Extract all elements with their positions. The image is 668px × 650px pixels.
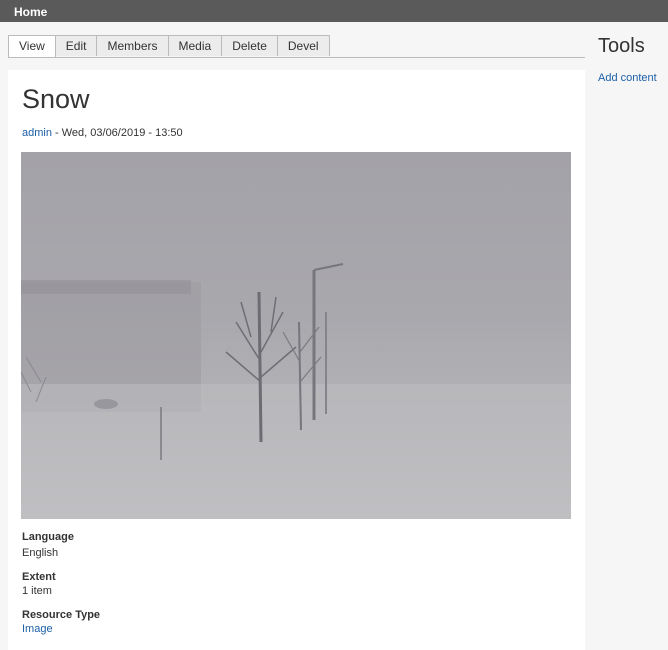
tab-view[interactable]: View: [8, 35, 56, 57]
node-content: Snow admin - Wed, 03/06/2019 - 13:50 Lan…: [8, 70, 585, 650]
add-content-link[interactable]: Add content: [598, 72, 657, 84]
field-extent-label: Extent: [22, 571, 56, 583]
top-toolbar: Home: [0, 0, 668, 22]
photo-scene: [21, 263, 571, 519]
submitted-date: - Wed, 03/06/2019 - 13:50: [51, 127, 183, 139]
field-language-value: English: [22, 547, 59, 559]
author-link[interactable]: admin: [22, 127, 52, 139]
sidebar-title: Tools: [598, 35, 645, 57]
tab-media[interactable]: Media: [168, 35, 223, 56]
tab-edit[interactable]: Edit: [55, 35, 98, 56]
field-extent-value: 1 item: [22, 585, 52, 597]
field-resource-type-link[interactable]: Image: [22, 623, 53, 635]
field-resource-type-label: Resource Type: [22, 609, 101, 621]
tab-delete[interactable]: Delete: [222, 35, 278, 56]
home-link[interactable]: Home: [14, 5, 47, 19]
page-title: Snow: [22, 84, 90, 114]
field-language-label: Language: [22, 531, 74, 543]
snowstorm-photo: [21, 152, 571, 519]
tab-members[interactable]: Members: [97, 35, 169, 56]
submitted-info: admin - Wed, 03/06/2019 - 13:50: [22, 127, 183, 139]
tab-devel[interactable]: Devel: [277, 35, 330, 56]
local-tasks-tabs: View Edit Members Media Delete Devel: [8, 35, 585, 58]
